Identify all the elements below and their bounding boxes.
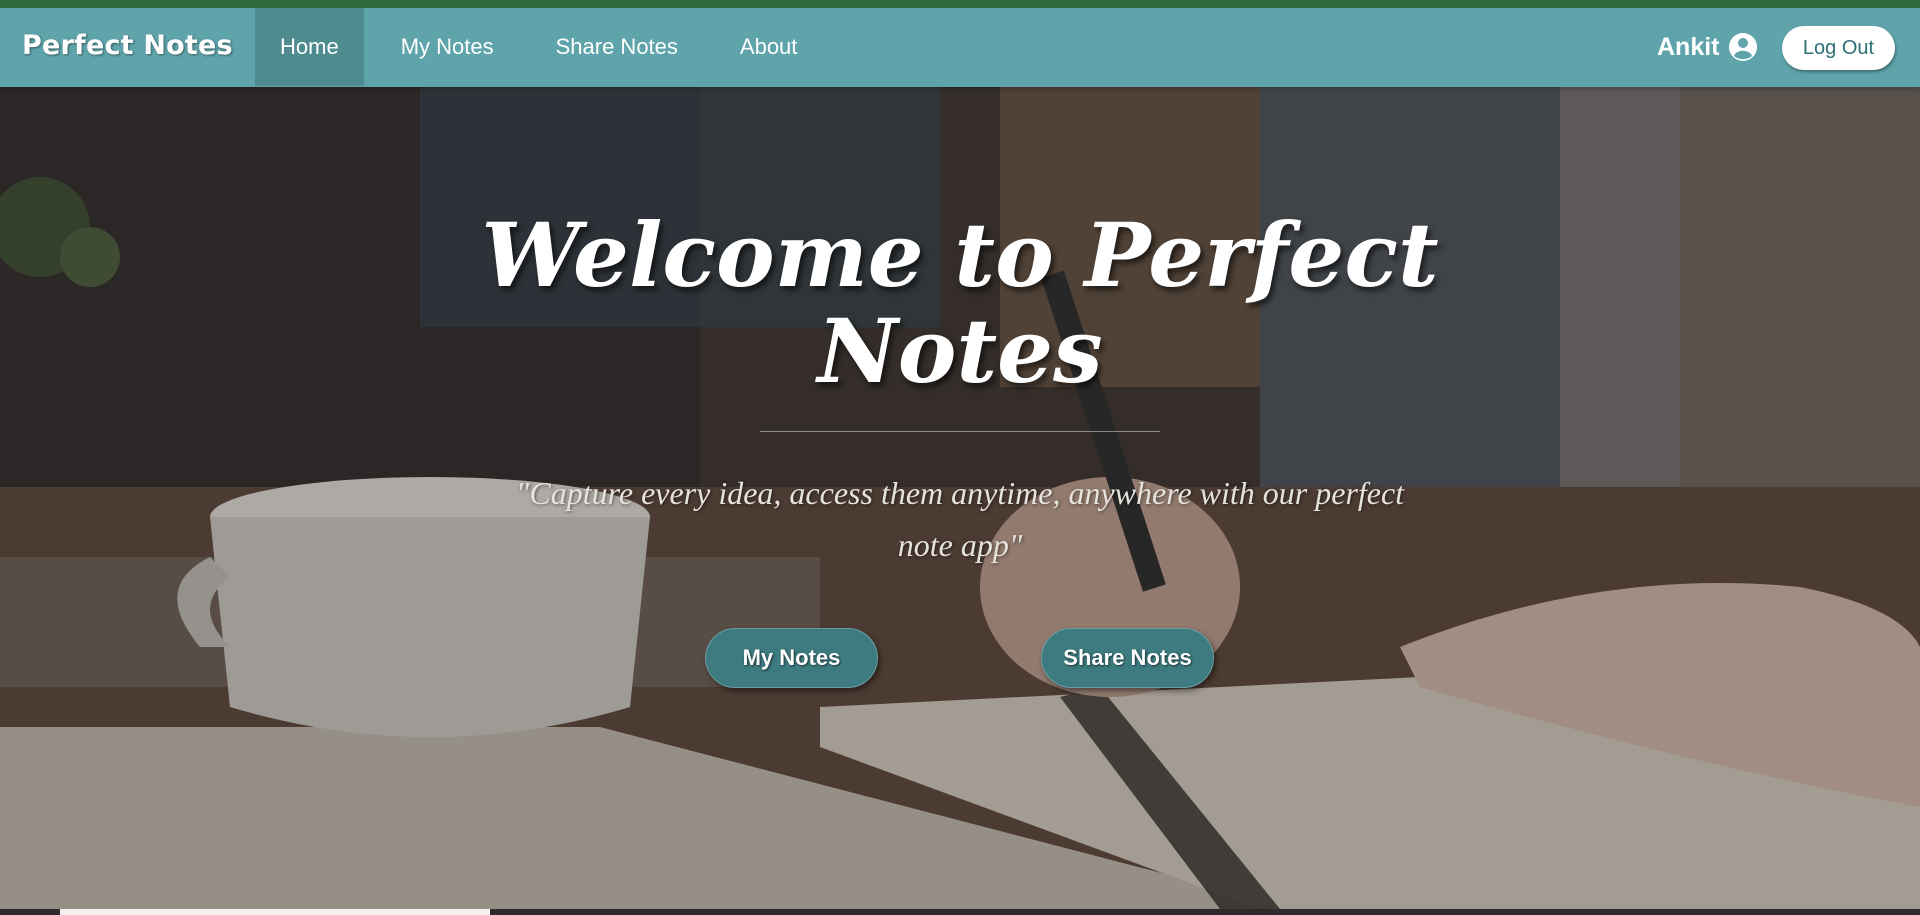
user-menu[interactable]: Ankit (1657, 32, 1758, 62)
hero-title: Welcome to Perfect Notes (481, 203, 1439, 403)
nav-item-home[interactable]: Home (255, 8, 364, 86)
my-notes-button[interactable]: My Notes (705, 628, 878, 688)
nav-item-share-notes[interactable]: Share Notes (531, 8, 703, 86)
logout-button[interactable]: Log Out (1782, 26, 1895, 70)
top-accent-strip (0, 0, 1920, 8)
user-circle-icon (1728, 33, 1757, 61)
brand-logo[interactable]: Perfect Notes (22, 30, 233, 61)
nav-item-about[interactable]: About (715, 8, 823, 86)
nav-item-my-notes[interactable]: My Notes (376, 8, 519, 86)
bottom-card-edge (60, 909, 490, 915)
share-notes-button[interactable]: Share Notes (1041, 628, 1214, 688)
user-name: Ankit (1657, 32, 1720, 61)
bottom-content-strip (0, 909, 1920, 915)
nav-links: Home My Notes Share Notes About (255, 8, 822, 87)
hero-quote: "Capture every idea, access them anytime… (515, 475, 1405, 563)
hero-section: Welcome to Perfect Notes "Capture every … (0, 87, 1920, 909)
hero-divider (760, 431, 1160, 432)
navbar: Perfect Notes Home My Notes Share Notes … (0, 8, 1920, 87)
